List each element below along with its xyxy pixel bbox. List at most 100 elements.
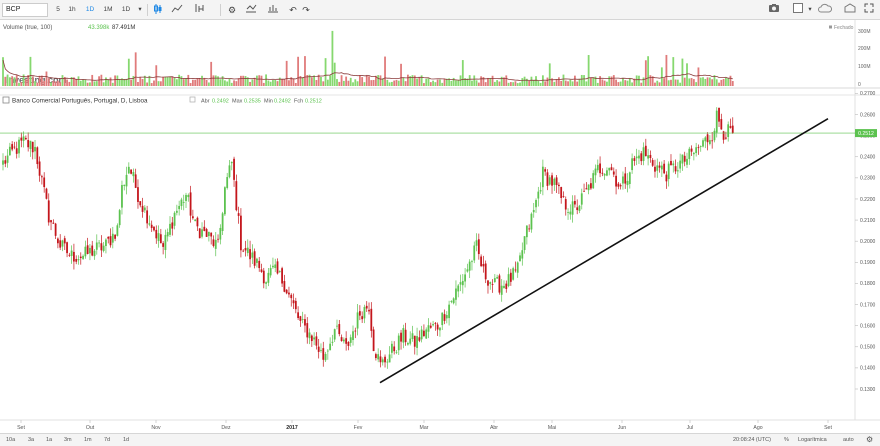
- interval-1h[interactable]: 1h: [66, 3, 78, 17]
- gear-icon[interactable]: ⚙: [866, 434, 873, 445]
- fullscreen-icon[interactable]: [862, 3, 876, 17]
- candle-body: [724, 137, 727, 139]
- volume-bar: [493, 81, 496, 86]
- cloud-icon[interactable]: [817, 3, 833, 17]
- trendline[interactable]: [379, 118, 829, 384]
- volume-bar: [432, 80, 434, 86]
- volume-bar: [569, 79, 572, 86]
- volume-bar: [265, 74, 267, 86]
- candle-body: [455, 288, 457, 300]
- candle-body: [157, 233, 160, 242]
- range-1m[interactable]: 1m: [84, 435, 92, 446]
- candle-body: [294, 300, 297, 310]
- candle-body: [50, 220, 52, 223]
- volume-bar: [450, 80, 453, 86]
- volume-bar: [564, 80, 567, 86]
- volume-bar: [702, 77, 704, 86]
- chevron-down-icon[interactable]: ▾: [136, 3, 144, 17]
- symbol-input[interactable]: BCP: [2, 3, 48, 17]
- volume-bar: [507, 82, 510, 86]
- undo-icon[interactable]: ↶: [287, 3, 299, 17]
- volume-bar: [665, 54, 668, 86]
- candle-body: [651, 160, 654, 166]
- interval-1m[interactable]: 1M: [102, 3, 114, 17]
- templates-icon[interactable]: [244, 3, 258, 17]
- volume-value-1: 43.398k: [88, 25, 110, 31]
- volume-bar: [235, 81, 238, 86]
- candle-body: [52, 222, 55, 224]
- candle-body: [116, 225, 119, 236]
- candle-body: [574, 200, 576, 205]
- volume-bar: [6, 74, 9, 86]
- redo-icon[interactable]: ↷: [300, 3, 312, 17]
- candle-body: [262, 270, 265, 284]
- indicators-icon[interactable]: [193, 3, 207, 17]
- candles-icon[interactable]: [151, 3, 165, 17]
- candle-body: [640, 153, 643, 162]
- range-3m[interactable]: 3m: [64, 435, 72, 446]
- candle-body: [660, 165, 663, 170]
- chevron-down-icon[interactable]: ▾: [806, 3, 814, 17]
- range-1d[interactable]: 1d: [123, 435, 129, 446]
- volume-bar: [585, 81, 588, 86]
- volume-bar: [404, 81, 407, 86]
- volume-bar: [201, 75, 203, 86]
- interval-5[interactable]: 5: [52, 3, 64, 17]
- save-icon[interactable]: [842, 3, 858, 17]
- volume-bar: [130, 79, 133, 86]
- volume-bar: [358, 75, 361, 86]
- log-toggle[interactable]: Logarítmica: [798, 435, 827, 446]
- candle-body: [670, 160, 672, 166]
- line-chart-icon[interactable]: [170, 3, 184, 17]
- gear-icon[interactable]: ⚙: [225, 3, 239, 17]
- volume-bar: [397, 80, 400, 86]
- settings-icon[interactable]: [189, 96, 196, 103]
- volume-bar: [628, 77, 631, 86]
- camera-icon[interactable]: [766, 3, 782, 17]
- candle-body: [567, 212, 569, 213]
- volume-bar: [349, 77, 352, 86]
- volume-bar: [171, 76, 174, 86]
- interval-1d[interactable]: 1D: [84, 3, 96, 17]
- volume-bar: [695, 82, 698, 86]
- candle-body: [468, 261, 471, 271]
- volume-bar: [711, 79, 714, 86]
- volume-bar: [530, 76, 533, 86]
- range-3a[interactable]: 3a: [28, 435, 34, 446]
- range-10a[interactable]: 10a: [6, 435, 15, 446]
- layout-icon[interactable]: [790, 3, 806, 17]
- y-tick-label: 0.2600: [860, 112, 876, 118]
- volume-bar: [539, 82, 542, 86]
- auto-toggle[interactable]: auto: [843, 435, 854, 446]
- chart-area[interactable]: Volume (true, 100) 43.398k 87.491M Fecha…: [0, 20, 880, 446]
- volume-bar: [34, 81, 36, 86]
- volume-bar: [379, 75, 382, 86]
- volume-bar: [473, 75, 476, 86]
- candle-body: [580, 193, 583, 205]
- candle-body: [466, 269, 469, 272]
- percent-toggle[interactable]: %: [784, 435, 789, 446]
- candle-body: [285, 289, 288, 294]
- volume-bar: [256, 75, 258, 86]
- compare-icon[interactable]: [266, 3, 280, 17]
- candle-body: [66, 242, 68, 254]
- volume-bar: [38, 75, 41, 86]
- x-tick-label: Set: [824, 425, 832, 431]
- candle-body: [681, 154, 684, 164]
- candle-body: [601, 172, 604, 174]
- interval-custom[interactable]: 1D: [120, 3, 132, 17]
- volume-bar: [329, 75, 332, 86]
- range-7d[interactable]: 7d: [104, 435, 110, 446]
- range-1a[interactable]: 1a: [46, 435, 52, 446]
- candle-body: [61, 240, 64, 247]
- volume-bar: [285, 60, 288, 86]
- volume-bar: [338, 81, 341, 86]
- candle-body: [162, 243, 165, 247]
- collapse-icon[interactable]: [2, 96, 10, 104]
- candle-body: [198, 228, 201, 239]
- candle-body: [729, 126, 732, 128]
- volume-bar: [150, 83, 153, 86]
- candle-body: [159, 234, 162, 244]
- price-chart[interactable]: Volume (true, 100) 43.398k 87.491M Fecha…: [0, 20, 880, 433]
- candle-body: [528, 228, 531, 230]
